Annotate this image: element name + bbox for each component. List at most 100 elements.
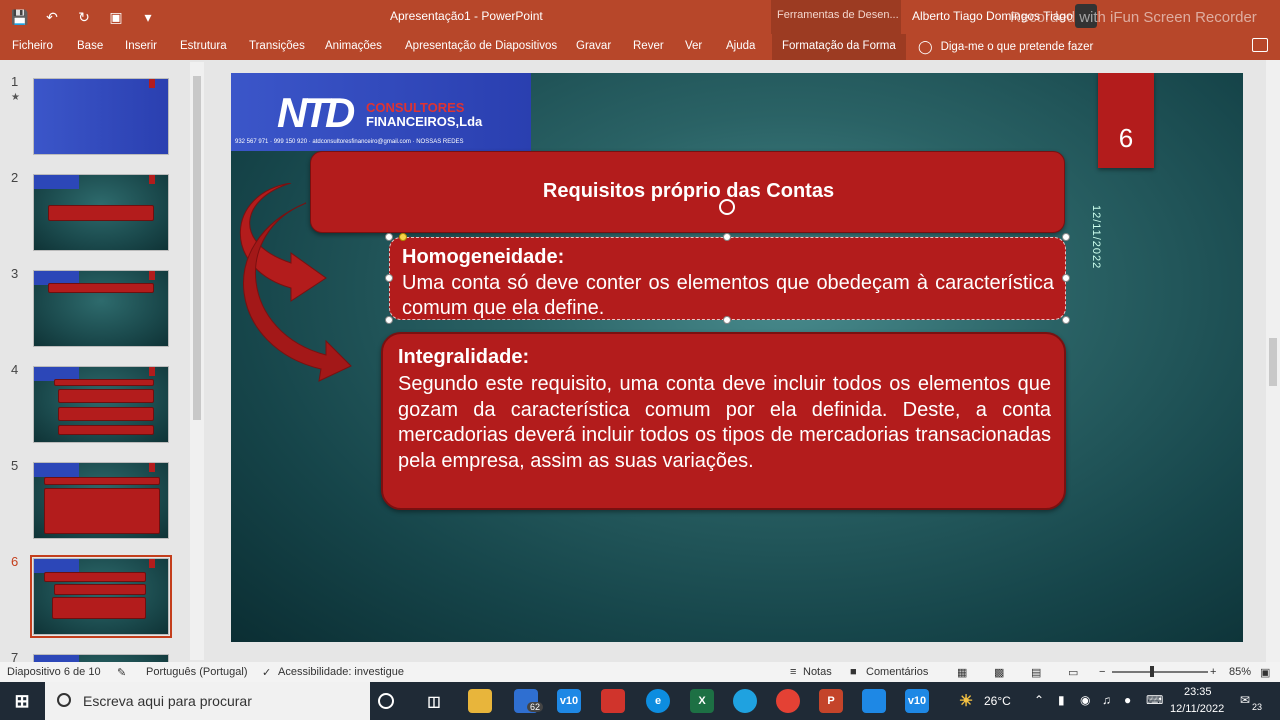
app-v10-icon-2[interactable]: v10 <box>905 689 929 713</box>
microphone-icon[interactable]: ● <box>1124 693 1131 707</box>
screen-recorder-icon[interactable] <box>601 689 625 713</box>
resize-handle[interactable] <box>1062 316 1070 324</box>
thumbnail-7[interactable]: 7 <box>0 636 190 662</box>
windows-start-icon[interactable]: ⊞ <box>10 689 34 713</box>
notes-button[interactable]: Notas <box>803 666 832 678</box>
undo-icon[interactable]: ↶ <box>42 7 62 27</box>
resize-handle[interactable] <box>1062 233 1070 241</box>
homogeneidade-box[interactable]: Homogeneidade: Uma conta só deve conter … <box>389 237 1066 320</box>
logo-financeiros: FINANCEIROS,Lda <box>366 114 483 129</box>
rotate-handle-icon[interactable] <box>719 199 735 215</box>
accessibility-icon[interactable]: ✓ <box>262 666 271 679</box>
zoom-in-icon[interactable]: + <box>1210 666 1216 678</box>
keyboard-icon[interactable]: ⌨ <box>1146 693 1163 707</box>
powerpoint-icon[interactable]: P <box>819 689 843 713</box>
taskbar-search[interactable]: Escreva aqui para procurar <box>45 682 370 720</box>
customize-qat-icon[interactable]: ▾ <box>138 7 158 27</box>
reading-view-icon[interactable]: ▤ <box>1031 666 1041 679</box>
tab-formatacao-forma[interactable]: Formatação da Forma <box>772 34 906 60</box>
slide-number-tag[interactable]: 6 <box>1098 73 1154 168</box>
weather-temp[interactable]: 26°C <box>984 694 1011 708</box>
tab-gravar[interactable]: Gravar <box>576 40 611 52</box>
weather-icon[interactable]: ☀ <box>954 689 978 713</box>
notifications-icon[interactable]: ✉ <box>1240 693 1250 707</box>
accessibility-status[interactable]: Acessibilidade: investigue <box>278 666 404 678</box>
zoom-level[interactable]: 85% <box>1229 666 1251 678</box>
thumbnail-2[interactable]: 2 <box>0 156 190 252</box>
logo-contact: 932 567 971 · 999 150 920 · atdconsultor… <box>235 139 464 145</box>
tell-me-search[interactable]: ◯ Diga-me o que pretende fazer <box>918 39 1093 55</box>
zoom-out-icon[interactable]: − <box>1099 666 1105 678</box>
integralidade-body: Segundo este requisito, uma conta deve i… <box>398 373 1051 472</box>
task-view-icon[interactable]: ◫ <box>422 689 446 713</box>
tab-ver[interactable]: Ver <box>685 40 702 52</box>
resize-handle[interactable] <box>385 233 393 241</box>
slide-scrollbar[interactable] <box>1266 60 1280 662</box>
notifications-count: 23 <box>1252 702 1263 712</box>
tab-ajuda[interactable]: Ajuda <box>726 40 755 52</box>
thumbnail-3[interactable]: 3 <box>0 252 190 348</box>
notes-icon[interactable]: ≡ <box>790 666 796 678</box>
resize-handle[interactable] <box>1062 274 1070 282</box>
slide-canvas[interactable]: NTD CONSULTORES FINANCEIROS,Lda 932 567 … <box>231 73 1243 642</box>
integralidade-heading: Integralidade: <box>398 346 530 368</box>
cortana-icon[interactable] <box>378 693 394 709</box>
slide-date[interactable]: 12/11/2022 <box>1090 205 1102 269</box>
clock-time[interactable]: 23:35 <box>1184 686 1212 698</box>
slide-sorter-icon[interactable]: ▩ <box>994 666 1004 679</box>
comments-status-icon[interactable]: ■ <box>850 666 857 678</box>
context-tools-label: Ferramentas de Desen... <box>771 0 901 34</box>
store-icon[interactable] <box>862 689 886 713</box>
tab-rever[interactable]: Rever <box>633 40 664 52</box>
thumbnail-image <box>33 654 169 662</box>
resize-handle[interactable] <box>723 233 731 241</box>
tray-chevron-icon[interactable]: ⌃ <box>1034 693 1044 707</box>
resize-handle[interactable] <box>723 316 731 324</box>
thumbnails-scrollbar[interactable] <box>190 62 204 660</box>
comments-button[interactable]: Comentários <box>866 666 928 678</box>
zoom-slider-knob[interactable] <box>1150 666 1154 677</box>
comments-icon[interactable] <box>1252 38 1268 52</box>
tab-base[interactable]: Base <box>77 40 103 52</box>
window-title: Apresentação1 - PowerPoint <box>390 9 543 23</box>
homogeneidade-heading: Homogeneidade: <box>402 246 565 268</box>
excel-icon[interactable]: X <box>690 689 714 713</box>
slideshow-view-icon[interactable]: ▭ <box>1068 666 1078 679</box>
tab-estrutura[interactable]: Estrutura <box>180 40 227 52</box>
thumbnail-6[interactable]: 6 <box>0 540 190 638</box>
thumbnail-1[interactable]: 1 ★ <box>0 60 190 156</box>
present-icon[interactable]: ▣ <box>106 7 126 27</box>
normal-view-icon[interactable]: ▦ <box>957 666 967 679</box>
thumbnail-4[interactable]: 4 <box>0 348 190 444</box>
tab-inserir[interactable]: Inserir <box>125 40 157 52</box>
spellcheck-icon[interactable]: ✎ <box>117 666 126 679</box>
edge-icon[interactable] <box>733 689 757 713</box>
zoom-slider[interactable] <box>1112 671 1208 673</box>
network-icon[interactable]: ◉ <box>1080 693 1090 707</box>
tab-ficheiro[interactable]: Ficheiro <box>12 40 53 52</box>
thumbnail-image <box>33 78 169 155</box>
integralidade-box[interactable]: Integralidade: Segundo este requisito, u… <box>381 332 1066 510</box>
tab-apresentacao[interactable]: Apresentação de Diapositivos <box>405 40 557 52</box>
tab-animacoes[interactable]: Animações <box>325 40 382 52</box>
edge-legacy-icon[interactable]: e <box>646 689 670 713</box>
windows-taskbar: ⊞ Escreva aqui para procurar ◫ 62 v10 e … <box>0 682 1280 720</box>
redo-icon[interactable]: ↻ <box>74 7 94 27</box>
save-icon[interactable]: 💾 <box>10 7 30 27</box>
resize-handle[interactable] <box>385 316 393 324</box>
ribbon-tabs: Ficheiro Base Inserir Estrutura Transiçõ… <box>0 34 1280 60</box>
homogeneidade-body: Uma conta só deve conter os elementos qu… <box>402 272 1054 319</box>
app-v10-icon[interactable]: v10 <box>557 689 581 713</box>
adjust-handle[interactable] <box>399 233 407 241</box>
battery-icon[interactable]: ▮ <box>1058 693 1065 707</box>
file-explorer-icon[interactable] <box>468 689 492 713</box>
resize-handle[interactable] <box>385 274 393 282</box>
thumbnail-5[interactable]: 5 <box>0 444 190 540</box>
chrome-icon[interactable] <box>776 689 800 713</box>
language-status[interactable]: Português (Portugal) <box>146 666 248 678</box>
tab-transicoes[interactable]: Transições <box>249 40 305 52</box>
clock-date[interactable]: 12/11/2022 <box>1170 703 1224 715</box>
title-shape[interactable]: Requisitos próprio das Contas <box>310 151 1065 233</box>
fit-slide-icon[interactable]: ▣ <box>1260 666 1270 679</box>
volume-icon[interactable]: ♫ <box>1102 693 1111 707</box>
